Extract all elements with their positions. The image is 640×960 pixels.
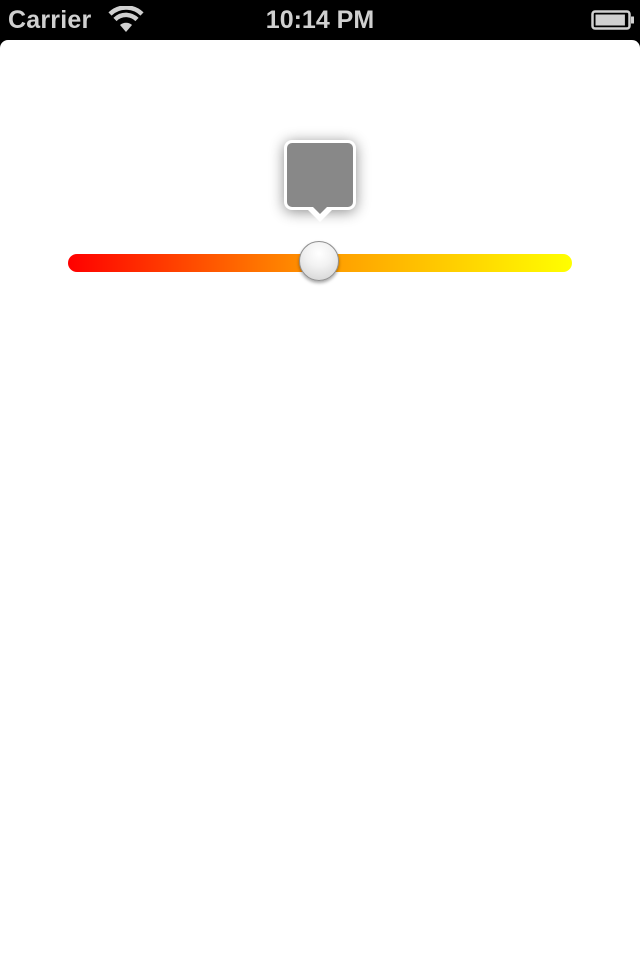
main-view xyxy=(0,40,640,960)
clock: 10:14 PM xyxy=(265,6,375,34)
slider-thumb[interactable] xyxy=(299,241,339,281)
value-popover-arrow xyxy=(306,205,334,222)
value-popover xyxy=(284,140,356,210)
battery-icon xyxy=(591,10,634,30)
status-bar: Carrier 10:14 PM xyxy=(0,0,640,40)
color-slider[interactable] xyxy=(68,241,572,281)
